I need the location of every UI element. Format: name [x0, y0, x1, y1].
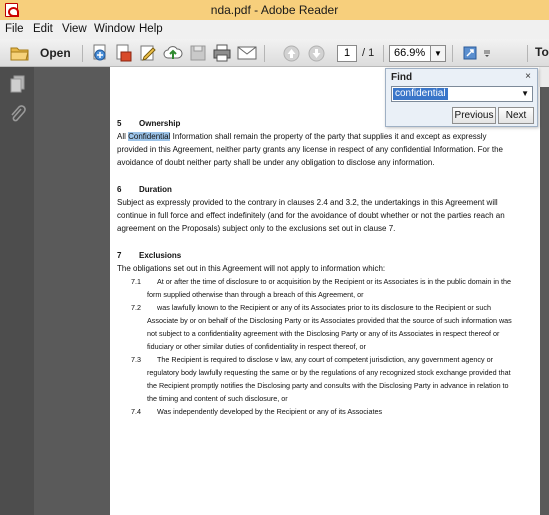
zoom-input[interactable]: 66.9% [389, 45, 431, 62]
previous-button[interactable]: Previous [452, 107, 496, 124]
save-icon[interactable] [188, 43, 208, 63]
tools-tab[interactable]: To [535, 45, 549, 59]
toolbar-separator [82, 45, 83, 62]
toolbar-separator [527, 45, 528, 62]
menu-view[interactable]: View [62, 23, 87, 35]
section-heading: 7 Exclusions [117, 251, 182, 260]
cloud-upload-icon[interactable] [163, 43, 183, 63]
section-paragraph: Subject as expressly provided to the con… [117, 198, 505, 233]
toolbar-separator [452, 45, 453, 62]
list-item: 7.2 was lawfully known to the Recipient o… [131, 303, 512, 351]
customize-toolbar-icon[interactable] [482, 43, 492, 63]
list-item: 7.4 Was independently developed by the Re… [131, 407, 383, 416]
toolbar-separator [383, 45, 384, 62]
combine-icon[interactable] [114, 43, 134, 63]
create-pdf-icon[interactable] [90, 43, 110, 63]
title-bar: nda.pdf - Adobe Reader [0, 0, 549, 20]
menu-help[interactable]: Help [139, 23, 163, 35]
find-panel: Find × confidential ▼ Previous Next [385, 68, 538, 127]
section-paragraph: All Confidential Information shall remai… [117, 132, 503, 167]
adobe-reader-window: nda.pdf - Adobe Reader File Edit View Wi… [0, 0, 549, 515]
folder-icon[interactable] [10, 43, 30, 63]
window-title: nda.pdf - Adobe Reader [210, 3, 339, 17]
page-down-icon[interactable] [306, 43, 326, 63]
section-heading: 6 Duration [117, 185, 172, 194]
fit-page-icon[interactable] [460, 43, 480, 63]
page-up-icon[interactable] [281, 43, 301, 63]
zoom-dropdown-icon[interactable]: ▼ [431, 45, 446, 62]
navigation-pane [0, 67, 34, 515]
document-text: 5 Ownership All Confidential Information … [117, 117, 517, 418]
next-button[interactable]: Next [498, 107, 534, 124]
find-input[interactable]: confidential ▼ [391, 86, 533, 102]
pdf-page: 5 Ownership All Confidential Information … [110, 67, 540, 515]
find-query: confidential [393, 88, 448, 100]
find-title: Find [391, 72, 413, 83]
page-number-input[interactable]: 1 [337, 45, 357, 62]
section-paragraph: The obligations set out in this Agreemen… [117, 264, 386, 273]
email-icon[interactable] [237, 43, 257, 63]
list-item: 7.3 The Recipient is required to disclose… [131, 355, 511, 403]
menu-edit[interactable]: Edit [33, 23, 53, 35]
page-total: / 1 [362, 47, 375, 59]
toolbar: Open 1 / 1 66.9% ▼ To [0, 39, 549, 67]
sidebar-attachments-icon[interactable] [10, 105, 26, 130]
print-icon[interactable] [212, 43, 232, 63]
list-item: 7.1 At or after the time of disclosure to… [131, 277, 511, 299]
menu-window[interactable]: Window [94, 23, 135, 35]
close-icon[interactable]: × [525, 71, 531, 82]
chevron-down-icon[interactable]: ▼ [521, 89, 529, 98]
search-highlight: Confidential [128, 132, 171, 141]
document-viewer[interactable]: 5 Ownership All Confidential Information … [34, 67, 549, 515]
menu-bar: File Edit View Window Help [0, 20, 549, 39]
toolbar-separator [264, 45, 265, 62]
vertical-scrollbar[interactable] [539, 67, 549, 87]
sidebar-pages-icon[interactable] [10, 75, 26, 98]
sign-icon[interactable] [138, 43, 158, 63]
open-button[interactable]: Open [40, 46, 71, 60]
menu-file[interactable]: File [5, 23, 24, 35]
